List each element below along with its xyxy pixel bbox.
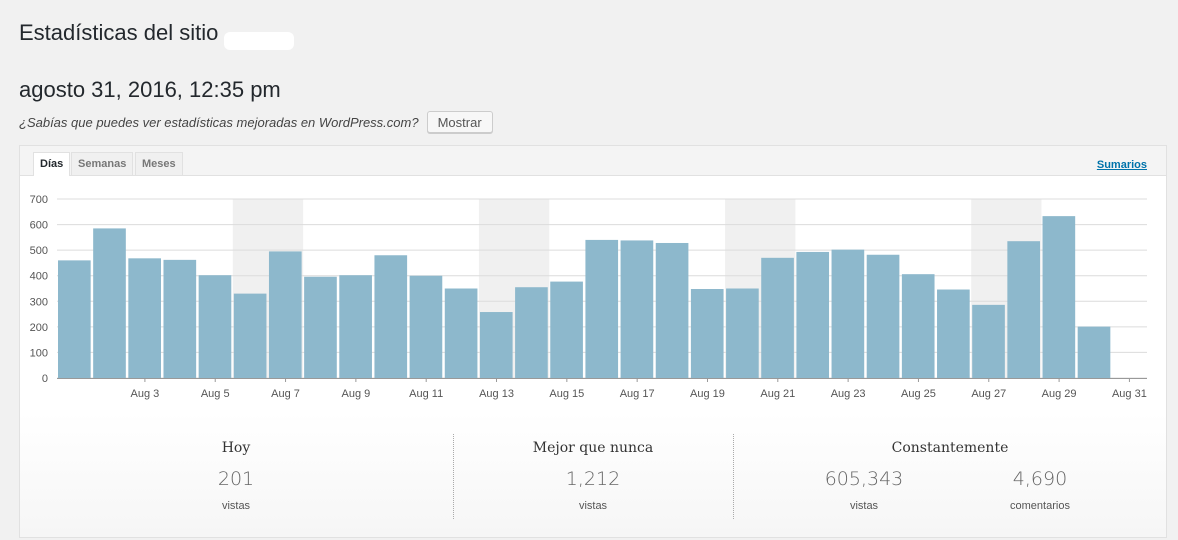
bar[interactable] [726,288,759,379]
summaries-link[interactable]: Sumarios [1097,159,1147,171]
x-tick-label: Aug 31 [1112,388,1147,400]
x-tick-label: Aug 19 [690,388,725,400]
stat-best-title: Mejor que nunca [532,440,654,456]
stat-ongoing-views-unit: vistas [849,500,879,512]
bar[interactable] [163,259,197,378]
bar[interactable] [831,249,865,378]
bar[interactable] [515,287,548,378]
y-tick-label: 400 [30,271,48,283]
tab-days[interactable]: Días [33,152,71,176]
redacted-site-name [224,32,294,50]
y-tick-label: 200 [30,322,48,334]
stats-summary: Hoy 201 vistas Mejor que nunca 1,212 vis… [20,412,1166,537]
bar[interactable] [1007,241,1041,378]
chart-area: 0 100 200 300 400 500 600 700 Aug 3 Aug 5 Aug 7 Aug… [20,176,1166,412]
x-tick-label: Aug 7 [271,388,300,400]
x-tick-label: Aug 9 [341,388,370,400]
bar[interactable] [58,260,91,378]
stat-ongoing-comments-unit: comentarios [1010,500,1070,512]
x-tick-label: Aug 29 [1042,388,1077,400]
stats-panel: Días Semanas Meses Sumarios 0 100 200 300 40… [19,145,1167,538]
x-tick-label: Aug 23 [831,388,866,400]
bar[interactable] [374,255,408,378]
y-tick-label: 300 [30,296,48,308]
bar[interactable] [268,251,302,378]
y-tick-label: 700 [30,194,48,206]
bar[interactable] [339,275,372,378]
promo-text: ¿Sabías que puedes ver estadísticas mejo… [19,114,419,130]
x-tick-label: Aug 27 [971,388,1006,400]
stat-ongoing-views-value: 605,343 [824,468,904,490]
x-tick-label: Aug 21 [760,388,795,400]
bar[interactable] [1042,216,1076,378]
x-tick-label: Aug 15 [549,388,584,400]
views-bar-chart: 0 100 200 300 400 500 600 700 Aug 3 Aug 5 Aug 7 Aug… [30,194,1147,400]
stat-best-unit: vistas [578,500,608,512]
x-tick-label: Aug 3 [131,388,160,400]
x-tick-label: Aug 13 [479,388,514,400]
tab-months[interactable]: Meses [135,152,183,175]
bar[interactable] [1077,326,1111,378]
show-button[interactable]: Mostrar [426,111,493,133]
bar[interactable] [937,289,970,378]
y-tick-label: 100 [30,347,48,359]
bar[interactable] [550,281,583,378]
x-tick-label: Aug 5 [201,388,230,400]
y-tick-label: 600 [30,220,48,232]
bar[interactable] [901,274,935,378]
stat-today-title: Hoy [221,440,251,456]
bar[interactable] [585,239,619,378]
stat-today-value: 201 [217,468,255,490]
bar[interactable] [620,240,654,378]
bar[interactable] [796,251,830,378]
y-tick-label: 500 [30,245,48,257]
tab-bar: Días Semanas Meses Sumarios [20,146,1166,176]
stat-today-unit: vistas [221,500,251,512]
bar[interactable] [233,293,267,378]
stat-ongoing-comments-value: 4,690 [1012,468,1068,490]
promo-row: ¿Sabías que puedes ver estadísticas mejo… [19,111,493,133]
bar[interactable] [93,228,126,378]
bar[interactable] [128,258,161,378]
x-tick-label: Aug 17 [620,388,655,400]
date-heading: agosto 31, 2016, 12:35 pm [19,77,281,102]
page-title: Estadísticas del sitio [19,20,219,45]
bar[interactable] [409,275,443,378]
bar[interactable] [198,275,232,378]
stat-best-value: 1,212 [565,468,621,490]
x-tick-label: Aug 11 [409,388,443,400]
tab-weeks[interactable]: Semanas [71,152,134,175]
bar[interactable] [690,289,724,378]
bar[interactable] [655,242,689,378]
bar[interactable] [972,304,1005,378]
bar[interactable] [479,312,513,378]
bar[interactable] [444,288,478,379]
x-tick-label: Aug 25 [901,388,936,400]
stat-ongoing-title: Constantemente [891,440,1009,456]
bar[interactable] [761,257,794,378]
bar[interactable] [304,276,337,378]
y-tick-label: 0 [42,373,48,385]
bar[interactable] [866,254,900,378]
